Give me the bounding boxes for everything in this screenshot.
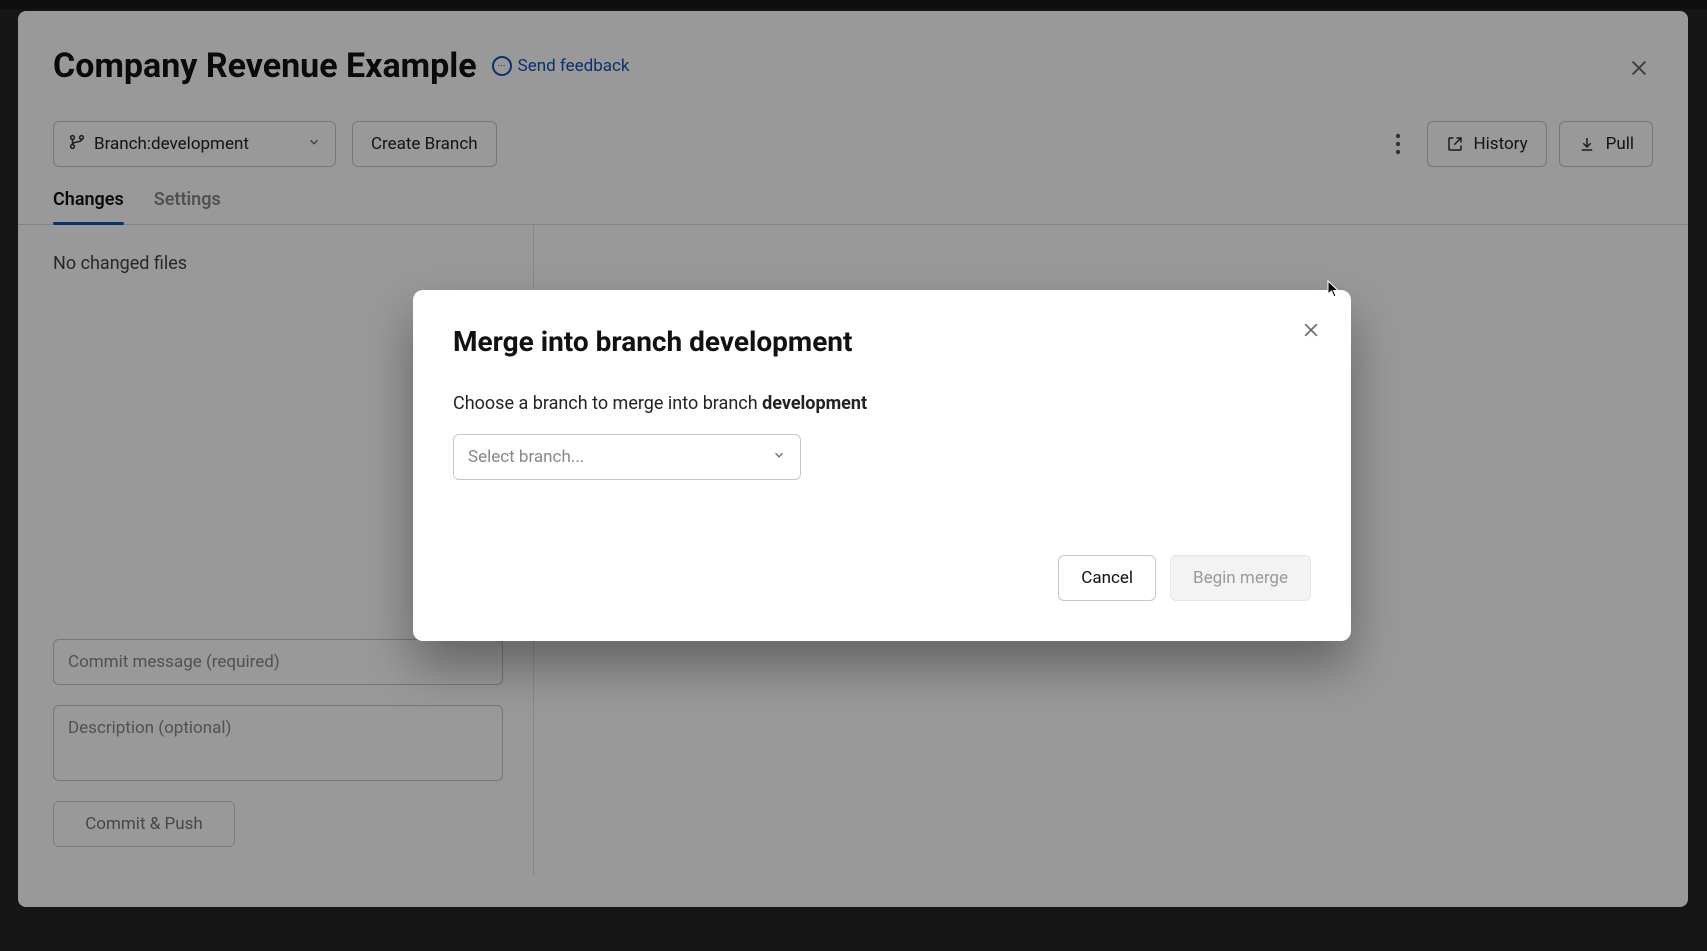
modal-desc-text: Choose a branch to merge into branch: [453, 393, 762, 414]
mouse-cursor: [1327, 280, 1341, 298]
chevron-down-icon: [772, 447, 786, 467]
modal-actions: Cancel Begin merge: [453, 555, 1311, 601]
merge-branch-select[interactable]: Select branch...: [453, 434, 801, 480]
cancel-button[interactable]: Cancel: [1058, 555, 1156, 601]
modal-description: Choose a branch to merge into branch dev…: [453, 393, 1311, 414]
modal-title: Merge into branch development: [453, 325, 1311, 358]
merge-modal: Merge into branch development Choose a b…: [413, 290, 1351, 641]
merge-branch-placeholder: Select branch...: [468, 447, 584, 467]
close-icon: [1301, 320, 1321, 340]
app-window: Company Revenue Example ··· Send feedbac…: [0, 0, 1707, 951]
modal-desc-branch: development: [762, 393, 867, 414]
modal-close-button[interactable]: [1298, 317, 1324, 343]
begin-merge-button[interactable]: Begin merge: [1170, 555, 1311, 601]
